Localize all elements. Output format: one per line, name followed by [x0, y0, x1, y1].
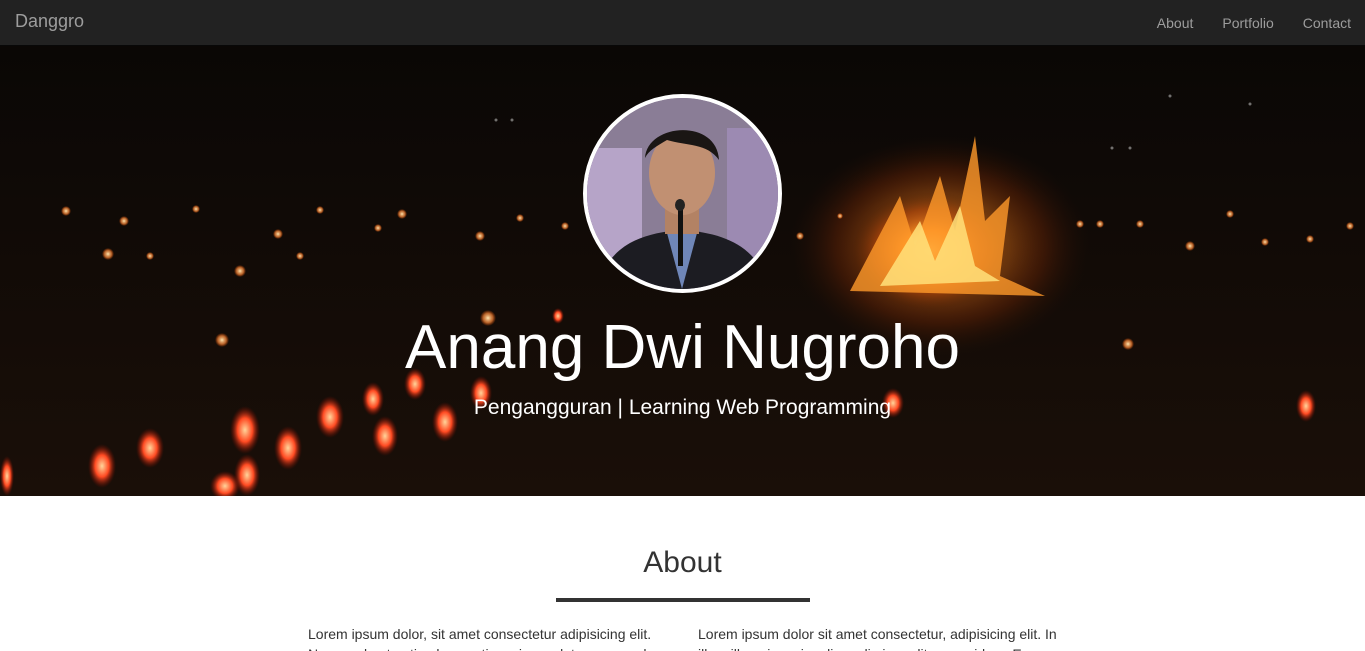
profile-avatar: [583, 94, 782, 293]
brand-link[interactable]: Danggro: [15, 11, 84, 31]
hero-section: Anang Dwi Nugroho Pengangguran | Learnin…: [0, 46, 1365, 496]
about-divider: [556, 598, 810, 602]
about-text-left: Lorem ipsum dolor, sit amet consectetur …: [308, 626, 654, 651]
hero-name: Anang Dwi Nugroho: [405, 313, 960, 382]
nav-link-about[interactable]: About: [1142, 0, 1208, 46]
about-text-right: Lorem ipsum dolor sit amet consectetur, …: [698, 626, 1057, 651]
nav-link-contact[interactable]: Contact: [1288, 0, 1365, 46]
nav-link-portfolio[interactable]: Portfolio: [1207, 0, 1287, 46]
about-heading: About: [643, 546, 722, 579]
profile-photo: [587, 98, 778, 289]
top-navbar: Danggro About Portfolio Contact: [0, 0, 1365, 46]
nav-links: About Portfolio Contact: [1142, 0, 1365, 46]
hero-tagline: Pengangguran | Learning Web Programming: [473, 396, 892, 419]
